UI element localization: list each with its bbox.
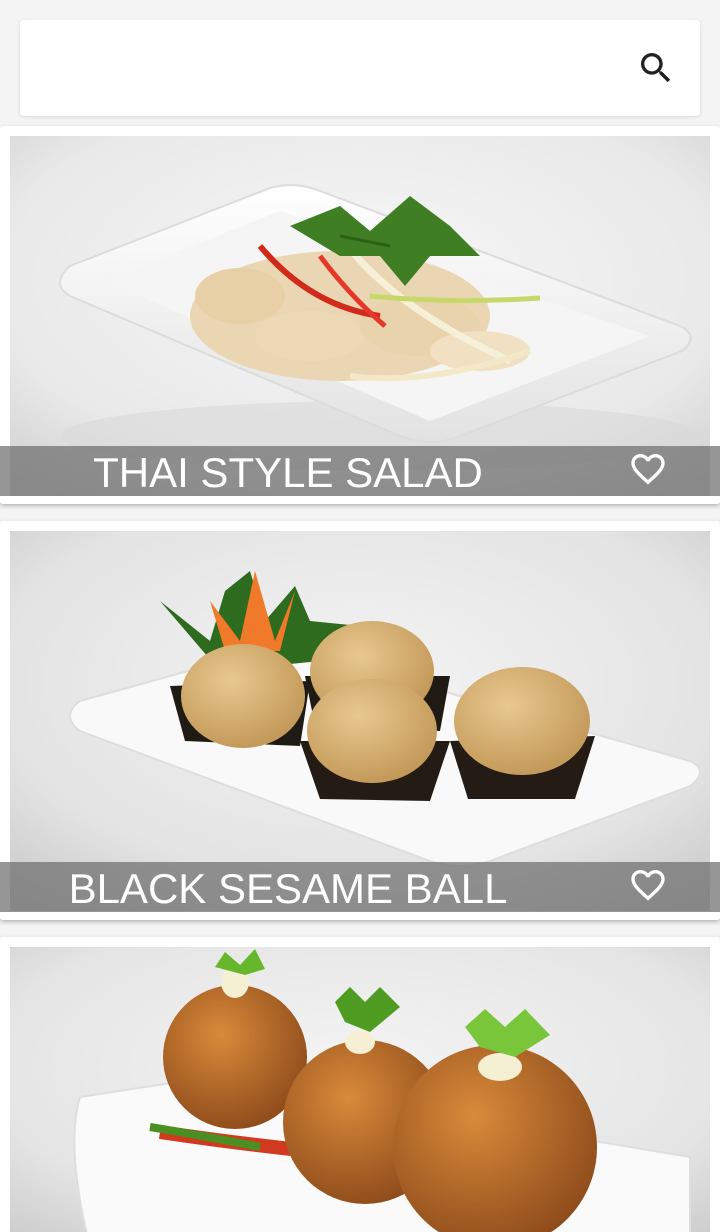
menu-card[interactable] [0, 937, 720, 1232]
menu-card[interactable]: THAI STYLE SALAD [0, 126, 720, 504]
dish-photo [10, 136, 710, 496]
heart-outline-icon [631, 870, 665, 901]
search-input[interactable] [40, 20, 620, 116]
dish-photo [10, 531, 710, 911]
search-button[interactable] [634, 46, 678, 90]
dish-caption: BLACK SESAME BALL [0, 862, 720, 912]
search-icon [641, 53, 671, 83]
search-bar [20, 20, 700, 116]
favorite-button[interactable] [626, 448, 670, 490]
menu-card[interactable]: BLACK SESAME BALL [0, 521, 720, 920]
dish-caption: THAI STYLE SALAD [0, 446, 720, 496]
dish-photo [10, 947, 710, 1232]
favorite-button[interactable] [626, 864, 670, 906]
dish-name: BLACK SESAME BALL [68, 865, 508, 912]
heart-outline-icon [631, 454, 665, 485]
dish-name: THAI STYLE SALAD [93, 449, 483, 496]
